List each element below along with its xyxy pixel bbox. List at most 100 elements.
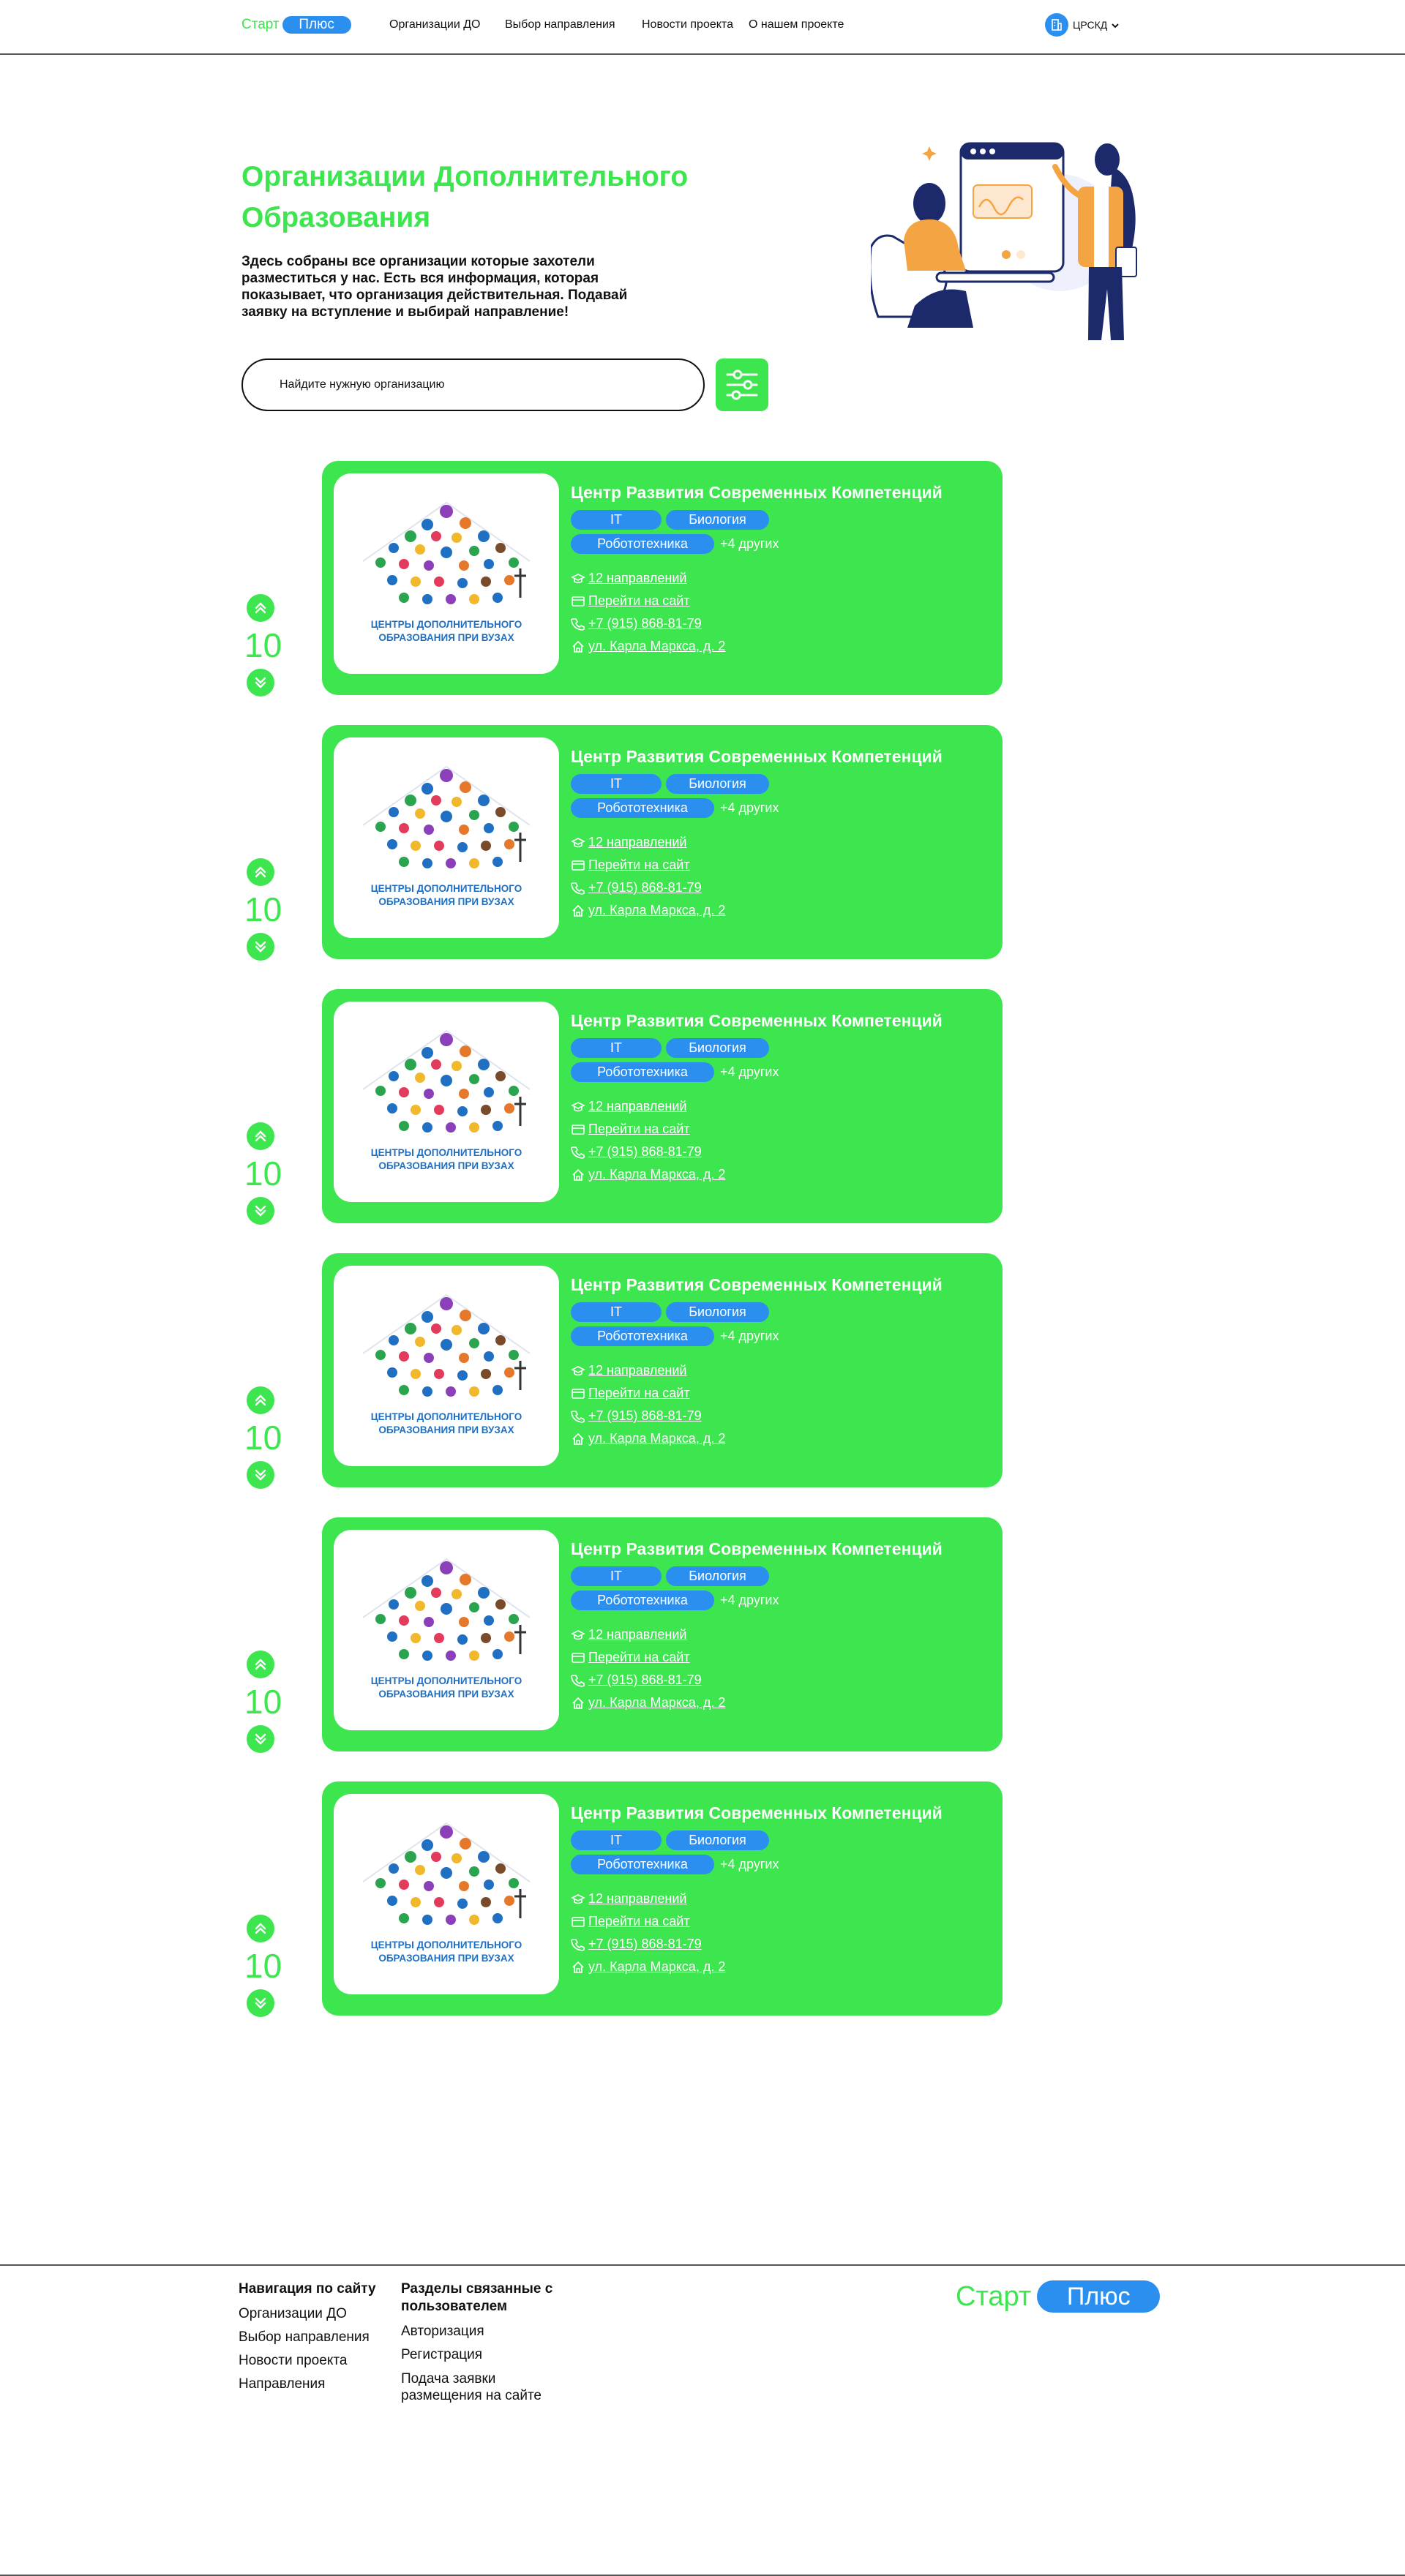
organization-name[interactable]: Центр Развития Современных Компетенций — [571, 747, 988, 767]
organization-card[interactable]: ЦЕНТРЫ ДОПОЛНИТЕЛЬНОГО ОБРАЗОВАНИЯ ПРИ В… — [322, 989, 1003, 1223]
tag[interactable]: IT — [571, 1038, 662, 1058]
directions-link[interactable]: 12 направлений — [571, 831, 988, 854]
organization-name[interactable]: Центр Развития Современных Компетенций — [571, 483, 988, 503]
organization-card[interactable]: ЦЕНТРЫ ДОПОЛНИТЕЛЬНОГО ОБРАЗОВАНИЯ ПРИ В… — [322, 1781, 1003, 2016]
more-tags-link[interactable]: +4 других — [720, 1064, 779, 1080]
website-link[interactable]: Перейти на сайт — [571, 1118, 988, 1141]
directions-link[interactable]: 12 направлений — [571, 1359, 988, 1382]
organization-card[interactable]: ЦЕНТРЫ ДОПОЛНИТЕЛЬНОГО ОБРАЗОВАНИЯ ПРИ В… — [322, 461, 1003, 695]
tag[interactable]: Биология — [666, 1566, 769, 1586]
region-selector[interactable]: ЦРСКД — [1045, 13, 1120, 37]
directions-link[interactable]: 12 направлений — [571, 1623, 988, 1646]
website-text: Перейти на сайт — [588, 1122, 690, 1136]
organization-card[interactable]: ЦЕНТРЫ ДОПОЛНИТЕЛЬНОГО ОБРАЗОВАНИЯ ПРИ В… — [322, 1517, 1003, 1751]
tag[interactable]: IT — [571, 1302, 662, 1322]
website-link[interactable]: Перейти на сайт — [571, 1646, 988, 1669]
header-logo[interactable]: Старт Плюс — [241, 16, 351, 34]
address-text: ул. Карла Маркса, д. 2 — [588, 1695, 726, 1710]
vote-count: 10 — [244, 1154, 282, 1193]
more-tags-link[interactable]: +4 других — [720, 800, 779, 816]
organization-name[interactable]: Центр Развития Современных Компетенций — [571, 1539, 988, 1559]
vote-down-button[interactable] — [247, 1989, 274, 2017]
nav-link-about[interactable]: О нашем проекте — [749, 18, 844, 31]
phone-link[interactable]: +7 (915) 868-81-79 — [571, 1933, 988, 1956]
search-input[interactable] — [278, 378, 673, 392]
organization-name[interactable]: Центр Развития Современных Компетенций — [571, 1803, 988, 1823]
nav-link-directions[interactable]: Выбор направления — [505, 18, 615, 31]
tag[interactable]: Робототехника — [571, 798, 714, 818]
directions-link[interactable]: 12 направлений — [571, 1888, 988, 1910]
phone-link[interactable]: +7 (915) 868-81-79 — [571, 876, 988, 899]
tag[interactable]: Робототехника — [571, 1855, 714, 1874]
vote-up-button[interactable] — [247, 1651, 274, 1678]
tag[interactable]: Биология — [666, 1830, 769, 1850]
website-link[interactable]: Перейти на сайт — [571, 854, 988, 876]
website-link[interactable]: Перейти на сайт — [571, 1910, 988, 1933]
address-link[interactable]: ул. Карла Маркса, д. 2 — [571, 1163, 988, 1186]
chevrons-down-icon — [255, 1997, 266, 2009]
vote-widget: 10 — [244, 594, 282, 696]
filter-button[interactable] — [716, 358, 768, 411]
address-link[interactable]: ул. Карла Маркса, д. 2 — [571, 1956, 988, 1978]
organization-row: 10 ЦЕНТРЫ ДОПОЛНИТЕЛЬНОГО ОБРАЗОВАНИЯ ПР… — [0, 1781, 1405, 2017]
address-link[interactable]: ул. Карла Маркса, д. 2 — [571, 1427, 988, 1450]
address-link[interactable]: ул. Карла Маркса, д. 2 — [571, 1691, 988, 1714]
vote-down-button[interactable] — [247, 1197, 274, 1225]
tag[interactable]: Робототехника — [571, 1062, 714, 1082]
address-link[interactable]: ул. Карла Маркса, д. 2 — [571, 635, 988, 658]
address-text: ул. Карла Маркса, д. 2 — [588, 1167, 726, 1182]
address-link[interactable]: ул. Карла Маркса, д. 2 — [571, 899, 988, 922]
footer-link-news[interactable]: Новости проекта — [239, 2349, 392, 2373]
vote-down-button[interactable] — [247, 933, 274, 961]
tag[interactable]: Биология — [666, 1038, 769, 1058]
footer-link-directions-choice[interactable]: Выбор направления — [239, 2326, 392, 2349]
footer-link-register[interactable]: Регистрация — [401, 2343, 569, 2367]
organization-name[interactable]: Центр Развития Современных Компетенций — [571, 1011, 988, 1031]
footer-logo[interactable]: Старт Плюс — [956, 2280, 1161, 2313]
tag[interactable]: Биология — [666, 1302, 769, 1322]
organization-name[interactable]: Центр Развития Современных Компетенций — [571, 1275, 988, 1295]
home-icon — [572, 1961, 584, 1973]
organization-card[interactable]: ЦЕНТРЫ ДОПОЛНИТЕЛЬНОГО ОБРАЗОВАНИЯ ПРИ В… — [322, 1253, 1003, 1487]
organization-logo-image — [362, 1822, 531, 1925]
vote-down-button[interactable] — [247, 669, 274, 696]
organization-card[interactable]: ЦЕНТРЫ ДОПОЛНИТЕЛЬНОГО ОБРАЗОВАНИЯ ПРИ В… — [322, 725, 1003, 959]
directions-link[interactable]: 12 направлений — [571, 567, 988, 590]
vote-up-button[interactable] — [247, 1915, 274, 1942]
vote-up-button[interactable] — [247, 594, 274, 622]
tag[interactable]: IT — [571, 774, 662, 794]
nav-link-news[interactable]: Новости проекта — [642, 18, 733, 31]
vote-down-button[interactable] — [247, 1461, 274, 1489]
more-tags-link[interactable]: +4 других — [720, 1593, 779, 1608]
website-link[interactable]: Перейти на сайт — [571, 1382, 988, 1405]
footer-link-apply[interactable]: Подача заявки размещения на сайте — [401, 2370, 569, 2404]
tag[interactable]: Биология — [666, 774, 769, 794]
vote-up-button[interactable] — [247, 1386, 274, 1414]
footer-link-organizations[interactable]: Организации ДО — [239, 2302, 392, 2326]
phone-link[interactable]: +7 (915) 868-81-79 — [571, 1669, 988, 1691]
tag[interactable]: Биология — [666, 510, 769, 530]
tag[interactable]: Робототехника — [571, 1591, 714, 1610]
website-link[interactable]: Перейти на сайт — [571, 590, 988, 612]
tag[interactable]: Робототехника — [571, 1326, 714, 1346]
footer-link-login[interactable]: Авторизация — [401, 2320, 569, 2343]
organization-logo-caption: ЦЕНТРЫ ДОПОЛНИТЕЛЬНОГО ОБРАЗОВАНИЯ ПРИ В… — [370, 1147, 522, 1171]
tag[interactable]: IT — [571, 1566, 662, 1586]
directions-link[interactable]: 12 направлений — [571, 1095, 988, 1118]
phone-link[interactable]: +7 (915) 868-81-79 — [571, 1141, 988, 1163]
more-tags-link[interactable]: +4 других — [720, 1329, 779, 1344]
footer-link-directions[interactable]: Направления — [239, 2373, 392, 2396]
phone-link[interactable]: +7 (915) 868-81-79 — [571, 612, 988, 635]
tag[interactable]: Робототехника — [571, 534, 714, 554]
tag[interactable]: IT — [571, 1830, 662, 1850]
tag[interactable]: IT — [571, 510, 662, 530]
vote-up-button[interactable] — [247, 1122, 274, 1150]
more-tags-link[interactable]: +4 других — [720, 536, 779, 552]
vote-up-button[interactable] — [247, 858, 274, 886]
phone-link[interactable]: +7 (915) 868-81-79 — [571, 1405, 988, 1427]
vote-down-button[interactable] — [247, 1725, 274, 1753]
more-tags-link[interactable]: +4 других — [720, 1857, 779, 1872]
browser-icon — [572, 596, 585, 607]
organization-info: Центр Развития Современных Компетенций I… — [571, 1011, 988, 1186]
nav-link-organizations[interactable]: Организации ДО — [389, 18, 481, 31]
